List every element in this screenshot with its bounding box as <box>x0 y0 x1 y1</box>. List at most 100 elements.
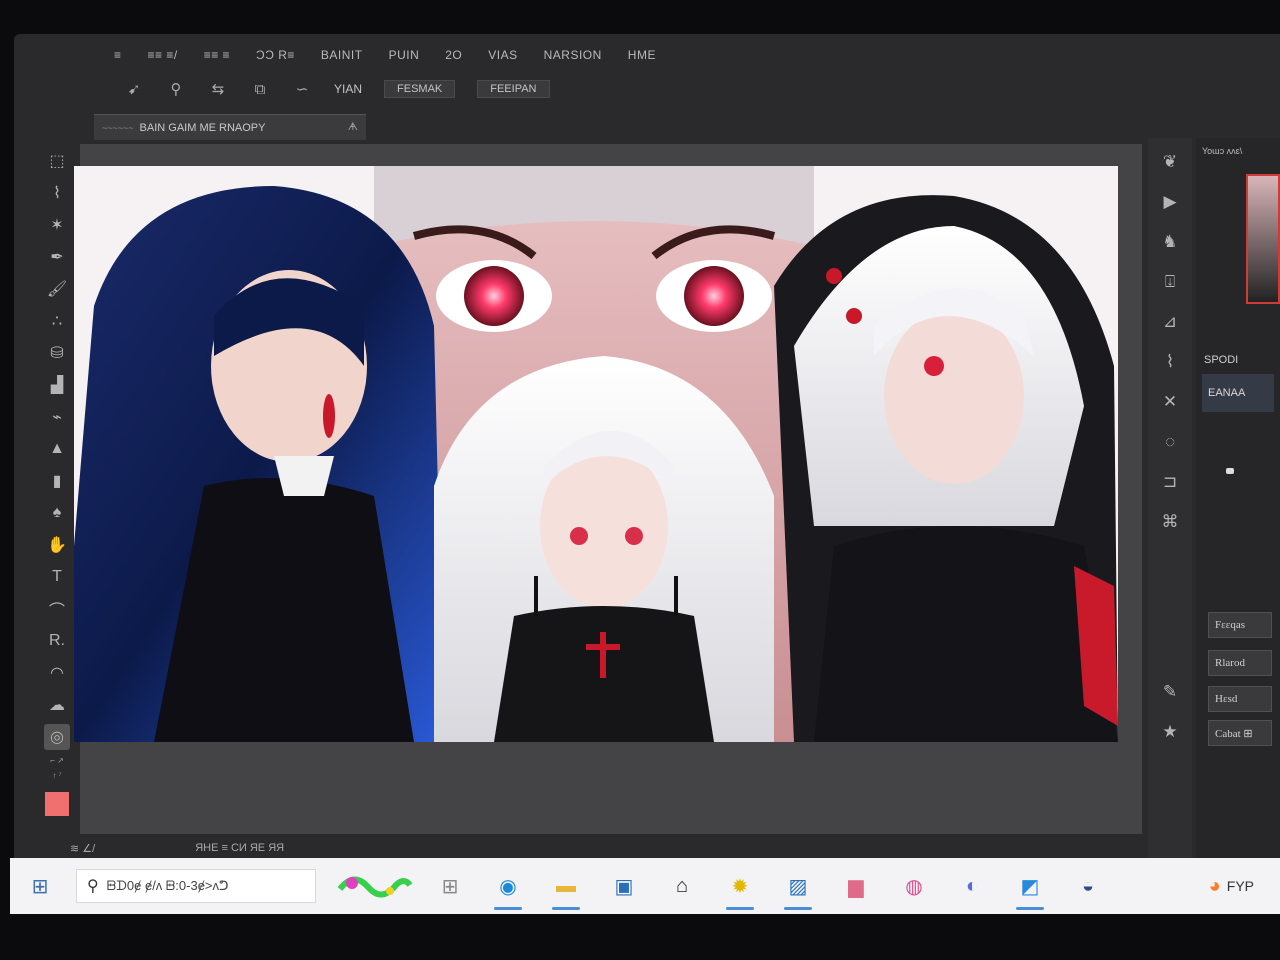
taskbar-app-folder-icon: ▬ <box>556 874 576 897</box>
options-label[interactable]: YIAN <box>334 82 362 96</box>
layer-thumbnail[interactable] <box>1246 174 1280 304</box>
tool-zoom-icon[interactable]: ◎ <box>44 724 70 750</box>
taskbar-app-photos-icon: ▆ <box>848 875 864 898</box>
panel-field[interactable]: EANAA <box>1202 374 1274 412</box>
tools-panel: ⬚ ⌇ ✶ ✒ 🖌 ∴ ⛁ ▟ ⌁ ▲ ▮ ♠ ✋ T ⌒ R. ◠ ☁ ◎ ⌐ ↗ ↑ ⁷ <box>36 144 78 864</box>
tool-dodge-icon[interactable]: ✋ <box>44 532 70 558</box>
artwork-illustration <box>74 166 1118 742</box>
brush-icon[interactable]: ⌇ <box>1156 348 1184 376</box>
layer-button[interactable]: Fɛɛqas <box>1208 612 1272 638</box>
swirl-icon[interactable]: ◌ <box>1156 428 1184 456</box>
foreground-color-swatch[interactable] <box>45 792 69 816</box>
move-icon[interactable]: ➹ <box>124 79 144 99</box>
zoom-icon[interactable]: ⚲ <box>166 79 186 99</box>
taskbar-app-photos[interactable]: ▆ <box>838 868 874 904</box>
tray-text[interactable]: FYP <box>1227 878 1254 894</box>
taskbar-app-edge-icon: ◉ <box>499 875 517 898</box>
panel-section-label: SPODI <box>1204 354 1239 366</box>
taskbar-app-paint-icon: ▨ <box>788 875 808 898</box>
taskbar-app-steam-icon: ◒ <box>1081 874 1095 897</box>
layer-button[interactable]: Cabat ⊞ <box>1208 720 1272 746</box>
menu-item[interactable]: ≡ <box>114 48 122 62</box>
options-bar: ➹ ⚲ ⇆ ⧉ ∽ YIAN FESMAK FEEIPAN <box>124 74 550 104</box>
menu-item[interactable]: ≡≡ ≡ <box>204 48 230 62</box>
taskbar-app-compass[interactable]: ◐ <box>954 868 990 904</box>
options-button-1[interactable]: FESMAK <box>384 80 456 98</box>
menu-item[interactable]: VIAS <box>488 48 517 62</box>
running-indicator <box>784 907 812 910</box>
tool-marquee-icon[interactable]: ⬚ <box>44 148 70 174</box>
taskbar-app-clock-icon: ◍ <box>905 875 923 898</box>
frame-icon[interactable]: ⊐ <box>1156 468 1184 496</box>
ruler-icon[interactable]: ⊿ <box>1156 308 1184 336</box>
toolbar-label: ↑ ⁷ <box>52 771 62 780</box>
lasso-icon[interactable]: ∽ <box>292 79 312 99</box>
running-indicator <box>494 907 522 910</box>
taskbar-app-folder[interactable]: ▬ <box>548 868 584 910</box>
tool-dots-icon[interactable]: ∴ <box>44 308 70 334</box>
transform-icon[interactable]: ⇆ <box>208 79 228 99</box>
tool-path-icon[interactable]: ⌒ <box>44 596 70 622</box>
menu-item[interactable]: ≡≡ ≡/ <box>148 48 178 62</box>
running-indicator <box>1016 907 1044 910</box>
taskbar-app-sun[interactable]: ✹ <box>722 868 758 910</box>
menu-item[interactable]: ƆƆ R≡ <box>256 48 295 62</box>
start-button[interactable]: ⊞ <box>22 871 58 901</box>
taskbar-app-image[interactable]: ◩ <box>1012 868 1048 910</box>
figure-icon[interactable]: ♞ <box>1156 228 1184 256</box>
taskbar-app-terminal[interactable]: ⌂ <box>664 868 700 904</box>
tool-gradient-icon[interactable]: ▮ <box>44 468 70 494</box>
tool-blur-icon[interactable]: ♠ <box>44 500 70 526</box>
tool-brush-icon[interactable]: 🖌 <box>44 276 70 302</box>
document-tab-prefix: ~~~~~~ <box>102 122 134 133</box>
document-tab[interactable]: ~~~~~~ BAIN GAIM ME RNAOPY ᗗ <box>94 114 366 140</box>
taskbar-app-steam[interactable]: ◒ <box>1070 868 1106 904</box>
menu-item[interactable]: BAINIT <box>321 48 363 62</box>
tray-app-icon[interactable]: ◕ <box>1209 875 1221 898</box>
taskbar-app-compass-icon: ◐ <box>965 874 979 897</box>
search-icon: ⚲ <box>87 878 99 895</box>
brush-settings-icon[interactable]: ❦ <box>1156 148 1184 176</box>
taskbar-app-grid-icon: ⊞ <box>441 875 459 898</box>
taskbar-widget-icon[interactable] <box>334 869 414 903</box>
character-icon[interactable]: ⌘ <box>1156 508 1184 536</box>
tool-triangle-icon[interactable]: ▲ <box>44 436 70 462</box>
menu-item[interactable]: NARSION <box>544 48 602 62</box>
tool-pen-icon[interactable]: ✒ <box>44 244 70 270</box>
menu-item[interactable]: 2O <box>445 48 462 62</box>
tool-shape-icon[interactable]: ◠ <box>44 660 70 686</box>
layer-button[interactable]: Hɛsd <box>1208 686 1272 712</box>
tool-select-icon[interactable]: R. <box>44 628 70 654</box>
clone-icon[interactable]: ⍗ <box>1156 268 1184 296</box>
tool-eyedrop-icon[interactable]: ⌁ <box>44 404 70 430</box>
running-indicator <box>552 907 580 910</box>
taskbar-search[interactable]: ⚲ ᗸᗪ0ɇ ɇ/ʌ ᗸ:0-3ɇ>ʌᕤ <box>76 869 316 903</box>
pen-icon[interactable]: ✎ <box>1156 678 1184 706</box>
options-button-2[interactable]: FEEIPAN <box>477 80 550 98</box>
document-tab-close-icon[interactable]: ᗗ <box>348 121 358 134</box>
menu-item[interactable]: HME <box>628 48 656 62</box>
close-icon[interactable]: ✕ <box>1156 388 1184 416</box>
star-icon[interactable]: ★ <box>1156 718 1184 746</box>
system-tray: ◕ FYP <box>1209 875 1254 898</box>
taskbar-app-store[interactable]: ▣ <box>606 868 642 904</box>
tool-bucket-icon[interactable]: ▟ <box>44 372 70 398</box>
taskbar-app-edge[interactable]: ◉ <box>490 868 526 910</box>
running-indicator <box>726 907 754 910</box>
panel-icon-column: ❦ ▶ ♞ ⍗ ⊿ ⌇ ✕ ◌ ⊐ ⌘ ✎ ★ <box>1148 138 1192 858</box>
tool-wand-icon[interactable]: ✶ <box>44 212 70 238</box>
tool-type-icon[interactable]: T <box>44 564 70 590</box>
taskbar-app-clock[interactable]: ◍ <box>896 868 932 904</box>
taskbar-app-grid[interactable]: ⊞ <box>432 868 468 904</box>
taskbar-app-paint[interactable]: ▨ <box>780 868 816 910</box>
play-icon[interactable]: ▶ <box>1156 188 1184 216</box>
tool-hand-icon[interactable]: ☁ <box>44 692 70 718</box>
layer-button[interactable]: Rlarod <box>1208 650 1272 676</box>
menu-item[interactable]: PUIN <box>389 48 420 62</box>
canvas-artwork[interactable] <box>74 166 1118 742</box>
document-tab-title: BAIN GAIM ME RNAOPY <box>139 121 266 134</box>
crop-icon[interactable]: ⧉ <box>250 79 270 99</box>
tool-lasso-icon[interactable]: ⌇ <box>44 180 70 206</box>
taskbar-app-image-icon: ◩ <box>1020 875 1040 898</box>
tool-stamp-icon[interactable]: ⛁ <box>44 340 70 366</box>
